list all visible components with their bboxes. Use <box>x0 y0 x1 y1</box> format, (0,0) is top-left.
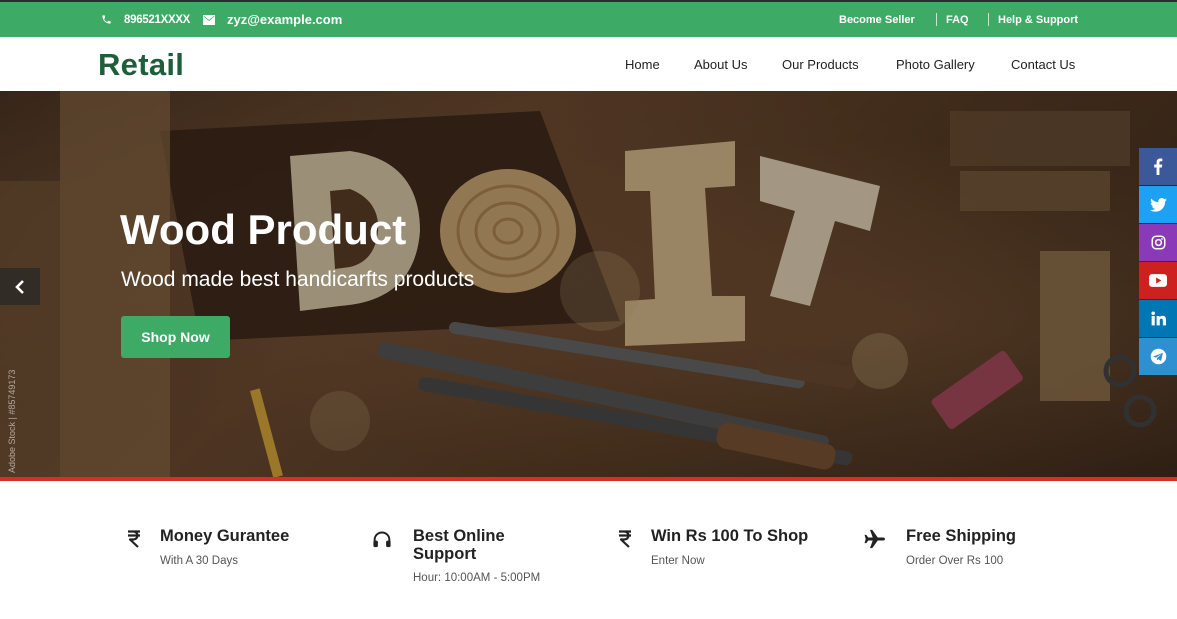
facebook-icon <box>1154 158 1163 175</box>
youtube-icon <box>1149 274 1167 287</box>
feature-title-line-1: Best Online <box>413 527 505 545</box>
facebook-button[interactable] <box>1139 148 1177 185</box>
rupee-icon <box>614 528 636 550</box>
linkedin-button[interactable] <box>1139 300 1177 337</box>
feature-title-line-2: Support <box>413 545 477 563</box>
stock-watermark: Adobe Stock | #85749173 <box>7 369 17 473</box>
hero-subtitle: Wood made best handicarfts products <box>121 268 475 291</box>
help-support-link[interactable]: Help & Support <box>998 2 1078 37</box>
topbar-divider <box>936 13 937 26</box>
top-bar: 896521XXXX zyz@example.com Become Seller… <box>0 0 1177 37</box>
email-address: zyz@example.com <box>227 12 343 27</box>
faq-link[interactable]: FAQ <box>946 2 969 37</box>
feature-subtitle[interactable]: Enter Now <box>651 555 705 567</box>
hero-title: Wood Product <box>120 206 407 253</box>
nav-our-products[interactable]: Our Products <box>782 37 859 91</box>
phone-icon <box>102 15 111 24</box>
hero-bottom-border <box>0 477 1177 481</box>
nav-about-us[interactable]: About Us <box>694 37 747 91</box>
feature-subtitle: Hour: 10:00AM - 5:00PM <box>413 572 541 584</box>
headphones-icon <box>371 528 393 550</box>
envelope-icon <box>203 14 215 25</box>
twitter-button[interactable] <box>1139 186 1177 223</box>
telegram-button[interactable] <box>1139 338 1177 375</box>
linkedin-icon <box>1150 311 1166 326</box>
shop-now-button[interactable]: Shop Now <box>121 316 230 358</box>
topbar-phone[interactable]: 896521XXXX <box>101 2 190 37</box>
feature-title: Win Rs 100 To Shop <box>651 527 809 545</box>
phone-number: 896521XXXX <box>124 13 191 26</box>
site-logo[interactable]: Retail <box>98 47 184 83</box>
twitter-icon <box>1149 197 1167 212</box>
slider-prev-button[interactable] <box>0 268 40 305</box>
telegram-icon <box>1150 348 1166 365</box>
topbar-email[interactable]: zyz@example.com <box>203 2 342 37</box>
become-seller-link[interactable]: Become Seller <box>839 2 915 37</box>
nav-contact-us[interactable]: Contact Us <box>1011 37 1075 91</box>
feature-subtitle: Order Over Rs 100 <box>906 555 1004 567</box>
main-navbar: Retail Home About Us Our Products Photo … <box>0 37 1177 91</box>
airplane-icon <box>864 528 886 550</box>
instagram-button[interactable] <box>1139 224 1177 261</box>
rupee-icon <box>123 528 145 550</box>
feature-subtitle: With A 30 Days <box>160 555 238 567</box>
feature-title: Free Shipping <box>906 527 1017 545</box>
feature-title: Money Gurantee <box>160 527 290 545</box>
hero-slider: Wood Product Wood made best handicarfts … <box>0 91 1177 477</box>
nav-photo-gallery[interactable]: Photo Gallery <box>896 37 975 91</box>
youtube-button[interactable] <box>1139 262 1177 299</box>
nav-home[interactable]: Home <box>625 37 660 91</box>
topbar-divider <box>988 13 989 26</box>
instagram-icon <box>1151 235 1165 250</box>
chevron-left-icon <box>15 279 24 294</box>
